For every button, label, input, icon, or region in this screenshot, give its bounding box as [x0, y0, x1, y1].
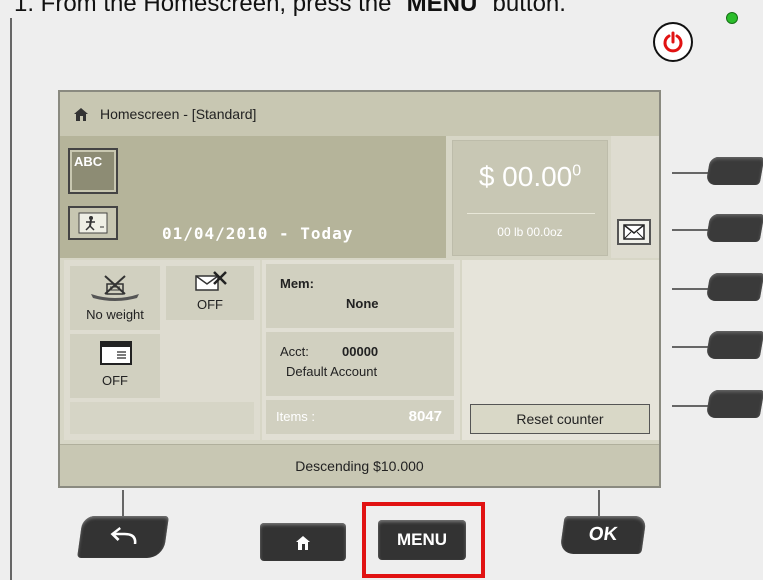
ok-button[interactable]: OK: [559, 516, 647, 554]
softkey-5[interactable]: [705, 390, 763, 418]
softkey-line-4: [672, 346, 708, 348]
seal-off-label: OFF: [102, 373, 128, 388]
envelope-icon: [623, 224, 645, 240]
home-icon: [74, 108, 88, 121]
account-tile[interactable]: Acct: 00000 Default Account: [266, 332, 454, 396]
status-bar: Descending $10.000: [60, 444, 659, 486]
items-label: Items :: [276, 409, 316, 424]
softkey-line-1: [672, 172, 708, 174]
status-text: Descending $10.000: [295, 457, 424, 474]
reset-counter-button[interactable]: Reset counter: [470, 404, 650, 434]
softkey-4[interactable]: [705, 331, 763, 359]
instruction-key: MENU: [406, 0, 478, 17]
postage-divider: [467, 213, 595, 214]
postage-amount-value: $ 00.00: [478, 161, 573, 192]
screen-title: Homescreen - [Standard]: [100, 106, 257, 122]
home-icon: [296, 536, 310, 550]
back-button-line: [122, 490, 124, 516]
postage-amount: $ 00.000: [453, 161, 607, 193]
memory-value: None: [346, 296, 379, 311]
date-display: 01/04/2010 - Today: [162, 224, 354, 243]
envelope-button[interactable]: [617, 219, 651, 245]
account-label: Acct:: [280, 344, 309, 359]
device-screen: Homescreen - [Standard] ABC 01/04/2010 -…: [58, 90, 661, 488]
person-icon: [78, 212, 108, 234]
envelope-crossed-icon: [195, 271, 227, 291]
memory-label: Mem:: [280, 276, 314, 291]
status-led: [726, 12, 738, 24]
scale-tile[interactable]: No weight: [70, 266, 160, 330]
softkey-2[interactable]: [705, 214, 763, 242]
instruction-text: 1. From the Homescreen, press the "MENU"…: [0, 0, 763, 18]
menu-highlight-box: [362, 502, 485, 578]
scale-icon: [91, 275, 139, 301]
middle-info-panel: Mem: None Acct: 00000 Default Account It…: [262, 260, 460, 440]
abc-text-button[interactable]: ABC: [68, 148, 118, 194]
scale-label: No weight: [86, 307, 144, 322]
power-button[interactable]: [653, 22, 693, 62]
power-icon: [663, 31, 683, 53]
ok-button-line: [598, 490, 600, 516]
memory-tile[interactable]: Mem: None: [266, 264, 454, 328]
back-button[interactable]: [77, 516, 169, 558]
top-info-area: ABC 01/04/2010 - Today: [60, 136, 446, 258]
screen-titlebar: Homescreen - [Standard]: [60, 92, 659, 136]
weight-display: 00 lb 00.0oz: [497, 225, 563, 239]
envelope-off-tile[interactable]: OFF: [166, 266, 254, 320]
account-number: 00000: [342, 344, 379, 359]
items-value: 8047: [408, 408, 442, 425]
items-counter: Items : 8047: [266, 400, 454, 434]
instruction-suffix: " button.: [477, 0, 566, 17]
instruction-prefix: 1. From the Homescreen, press the ": [14, 0, 407, 17]
date-adjust-button[interactable]: [68, 206, 118, 240]
seal-off-tile[interactable]: OFF: [70, 334, 160, 398]
postage-panel[interactable]: $ 00.000 00 lb 00.0oz: [452, 140, 608, 256]
account-name: Default Account: [286, 364, 378, 379]
home-button[interactable]: [260, 523, 346, 561]
softkey-line-5: [672, 405, 708, 407]
postage-amount-superscript: 0: [572, 162, 582, 180]
softkey-1[interactable]: [705, 157, 763, 185]
back-arrow-icon: [110, 527, 137, 545]
envelope-off-label: OFF: [197, 297, 223, 312]
softkey-3[interactable]: [705, 273, 763, 301]
empty-tile: [70, 402, 254, 434]
document-icon: [100, 341, 132, 365]
softkey-line-2: [672, 229, 708, 231]
right-panel: Reset counter: [462, 260, 659, 440]
device-frame-edge: [10, 18, 12, 580]
softkey-line-3: [672, 288, 708, 290]
left-settings-panel: No weight OFF OFF: [64, 260, 260, 440]
